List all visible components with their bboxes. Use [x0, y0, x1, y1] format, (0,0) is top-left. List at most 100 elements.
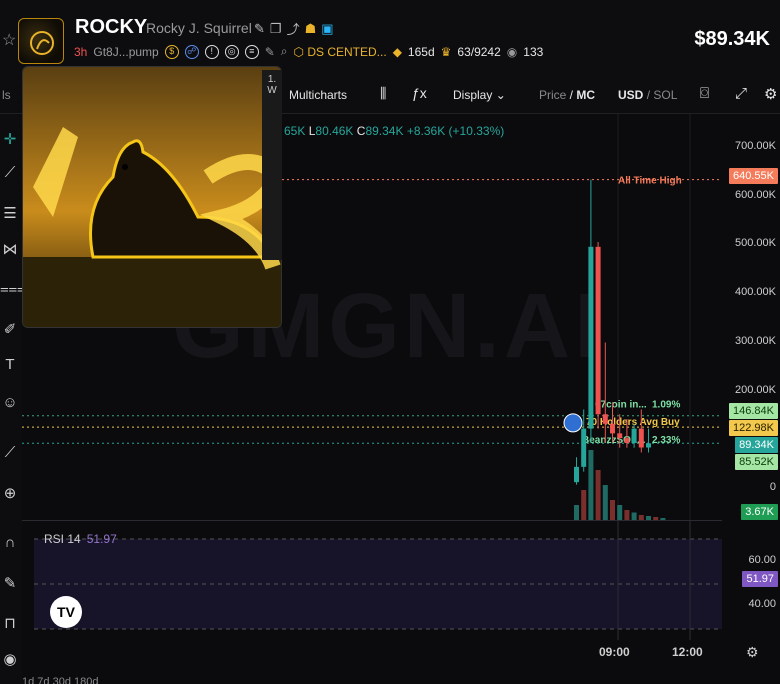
y-tick: 0 [769, 481, 776, 493]
tradingview-logo[interactable]: TV [50, 596, 82, 628]
people-icon[interactable]: ☍ [184, 44, 199, 59]
time-axis[interactable]: 09:00 12:00 ⚙ [22, 640, 780, 684]
fib-icon[interactable]: ⩶ [0, 280, 26, 302]
binance-icon: ◆ [392, 44, 402, 59]
community-icon[interactable]: ☗ [305, 21, 317, 37]
share-icon[interactable]: ⤴ [287, 19, 300, 38]
y-tick: 300.00K [735, 335, 776, 347]
candle-body [574, 466, 579, 483]
pattern-icon[interactable]: ⋈ [0, 240, 20, 262]
holders-ratio: 63/9242 [457, 44, 501, 59]
dev-tag[interactable]: ⬡ DS CENTED... [294, 45, 387, 59]
volume-bar [574, 505, 579, 520]
trader1-pct: 1.09% [652, 400, 680, 411]
token-age: 3h [74, 44, 88, 59]
magnet-icon[interactable]: ∩ [0, 534, 20, 556]
lock-draw-icon[interactable]: ✎ [0, 574, 20, 596]
volume-bar [588, 450, 594, 520]
edit-note-icon[interactable]: ✎ [265, 45, 275, 59]
candle-body [646, 443, 651, 448]
lock-icon[interactable]: ⊓ [0, 614, 20, 636]
candle-body [638, 428, 644, 448]
volume-bar [610, 500, 615, 520]
volume-bar [602, 485, 608, 520]
globe-icon[interactable]: ◎ [224, 44, 239, 59]
y-tick: 400.00K [735, 286, 776, 298]
text-icon[interactable]: T [0, 356, 20, 378]
candle-body [617, 433, 623, 439]
y-tick: 200.00K [735, 384, 776, 396]
token-meta: 3h Gt8J...pump $ ☍ ! ◎ ≡ ✎ ⌕ ⬡ DS CENTED… [74, 44, 543, 59]
x-tick: 12:00 [672, 645, 703, 659]
alert-icon[interactable]: ! [204, 44, 219, 59]
token-image-preview [22, 66, 282, 328]
last-price-tag: 89.34K [735, 437, 778, 453]
trendline-icon[interactable]: ⟋ [0, 164, 20, 186]
emoji-icon[interactable]: ☺ [0, 394, 20, 416]
expand-icon[interactable]: ⤢ [735, 85, 747, 102]
token-header: ☆ ROCKY Rocky J. Squirrel ✎ ❐ ⤴ ☗ ▣ 3h G… [0, 0, 780, 76]
multicharts-button[interactable]: Multicharts [289, 88, 347, 102]
display-dropdown[interactable]: Display ⌄ [453, 88, 506, 102]
chevron-down-icon: ⌄ [495, 88, 506, 102]
volume-bar [581, 490, 587, 520]
candle-body [631, 428, 637, 443]
candle-body [581, 428, 587, 467]
trader1-tag: 146.84K [729, 403, 778, 419]
rsi-pane: RSI 14 51.97 TV [22, 520, 722, 641]
brush-icon[interactable]: ✐ [0, 320, 20, 342]
token-address[interactable]: Gt8J...pump [93, 45, 158, 59]
search-icon[interactable]: ⌕ [281, 44, 288, 59]
watchers-count: 133 [523, 44, 544, 59]
rsi-value-label: 51.97 [86, 532, 117, 546]
currency-toggle[interactable]: USD / SOL [618, 88, 677, 102]
axis-settings-icon[interactable]: ⚙ [746, 644, 759, 661]
rsi-tag: 51.97 [742, 571, 778, 587]
price-axis[interactable]: 700.00K 640.55K 600.00K 500.00K 400.00K … [722, 114, 780, 640]
indicators-icon[interactable]: ƒx [412, 85, 427, 101]
volume-bar [631, 512, 637, 520]
crown-icon: ♛ [440, 44, 452, 59]
candle-body [610, 423, 615, 434]
holders-age: 165d [407, 44, 435, 59]
rsi-tick: 60.00 [748, 554, 776, 566]
avg-buy-label: 70 Holders Avg Buy [586, 417, 680, 428]
settings-icon[interactable]: ⚙ [764, 85, 777, 103]
horizontal-lines-icon[interactable]: ☰ [0, 204, 20, 226]
copy-icon[interactable]: ❐ [270, 21, 282, 37]
trader1-label: 67coin in... [595, 400, 647, 411]
crosshair-icon[interactable]: ✛ [0, 130, 20, 152]
volume-bar [617, 505, 623, 520]
trader2-pct: 2.33% [652, 435, 680, 446]
ruler-icon[interactable]: ⟋ [0, 444, 20, 466]
candle-body [602, 414, 608, 424]
range-buttons[interactable]: 1d 7d 30d 180d [22, 676, 98, 684]
candle-body [624, 438, 630, 443]
ath-label: All Time High [618, 176, 682, 187]
volume-tag: 3.67K [741, 504, 778, 520]
candles-icon[interactable]: ⫼ [380, 85, 386, 102]
camera-icon[interactable]: ⌼ [700, 85, 709, 102]
dollar-icon[interactable]: $ [164, 44, 179, 59]
squirrel-image [23, 67, 281, 327]
ath-tag: 640.55K [729, 168, 778, 184]
x-tick: 09:00 [599, 645, 630, 659]
trader-avatar [563, 413, 583, 433]
rsi-title: RSI 14 51.97 [44, 532, 117, 546]
drawing-tools: ✛ ⟋ ☰ ⋈ ⩶ ✐ T ☺ ⟋ ⊕ ∩ ✎ ⊓ ◉ [0, 114, 26, 684]
timeframe-fragment[interactable]: ls [2, 88, 11, 102]
eye-toggle-icon[interactable]: ◉ [0, 650, 20, 672]
volume-bar [595, 470, 601, 520]
list-icon[interactable]: ≡ [244, 44, 259, 59]
price-mc-toggle[interactable]: Price / MC [539, 88, 595, 102]
zoom-in-icon[interactable]: ⊕ [0, 484, 20, 506]
edit-icon[interactable]: ✎ [254, 21, 265, 37]
y-tick: 700.00K [735, 140, 776, 152]
popup-side-scroller[interactable]: 1. W [262, 70, 282, 260]
verified-icon[interactable]: ▣ [321, 21, 333, 37]
y-tick: 600.00K [735, 189, 776, 201]
candle-body [588, 246, 594, 429]
star-icon[interactable]: ☆ [2, 30, 16, 50]
trader2-tag: 85.52K [735, 454, 778, 470]
token-logo[interactable] [18, 18, 64, 64]
